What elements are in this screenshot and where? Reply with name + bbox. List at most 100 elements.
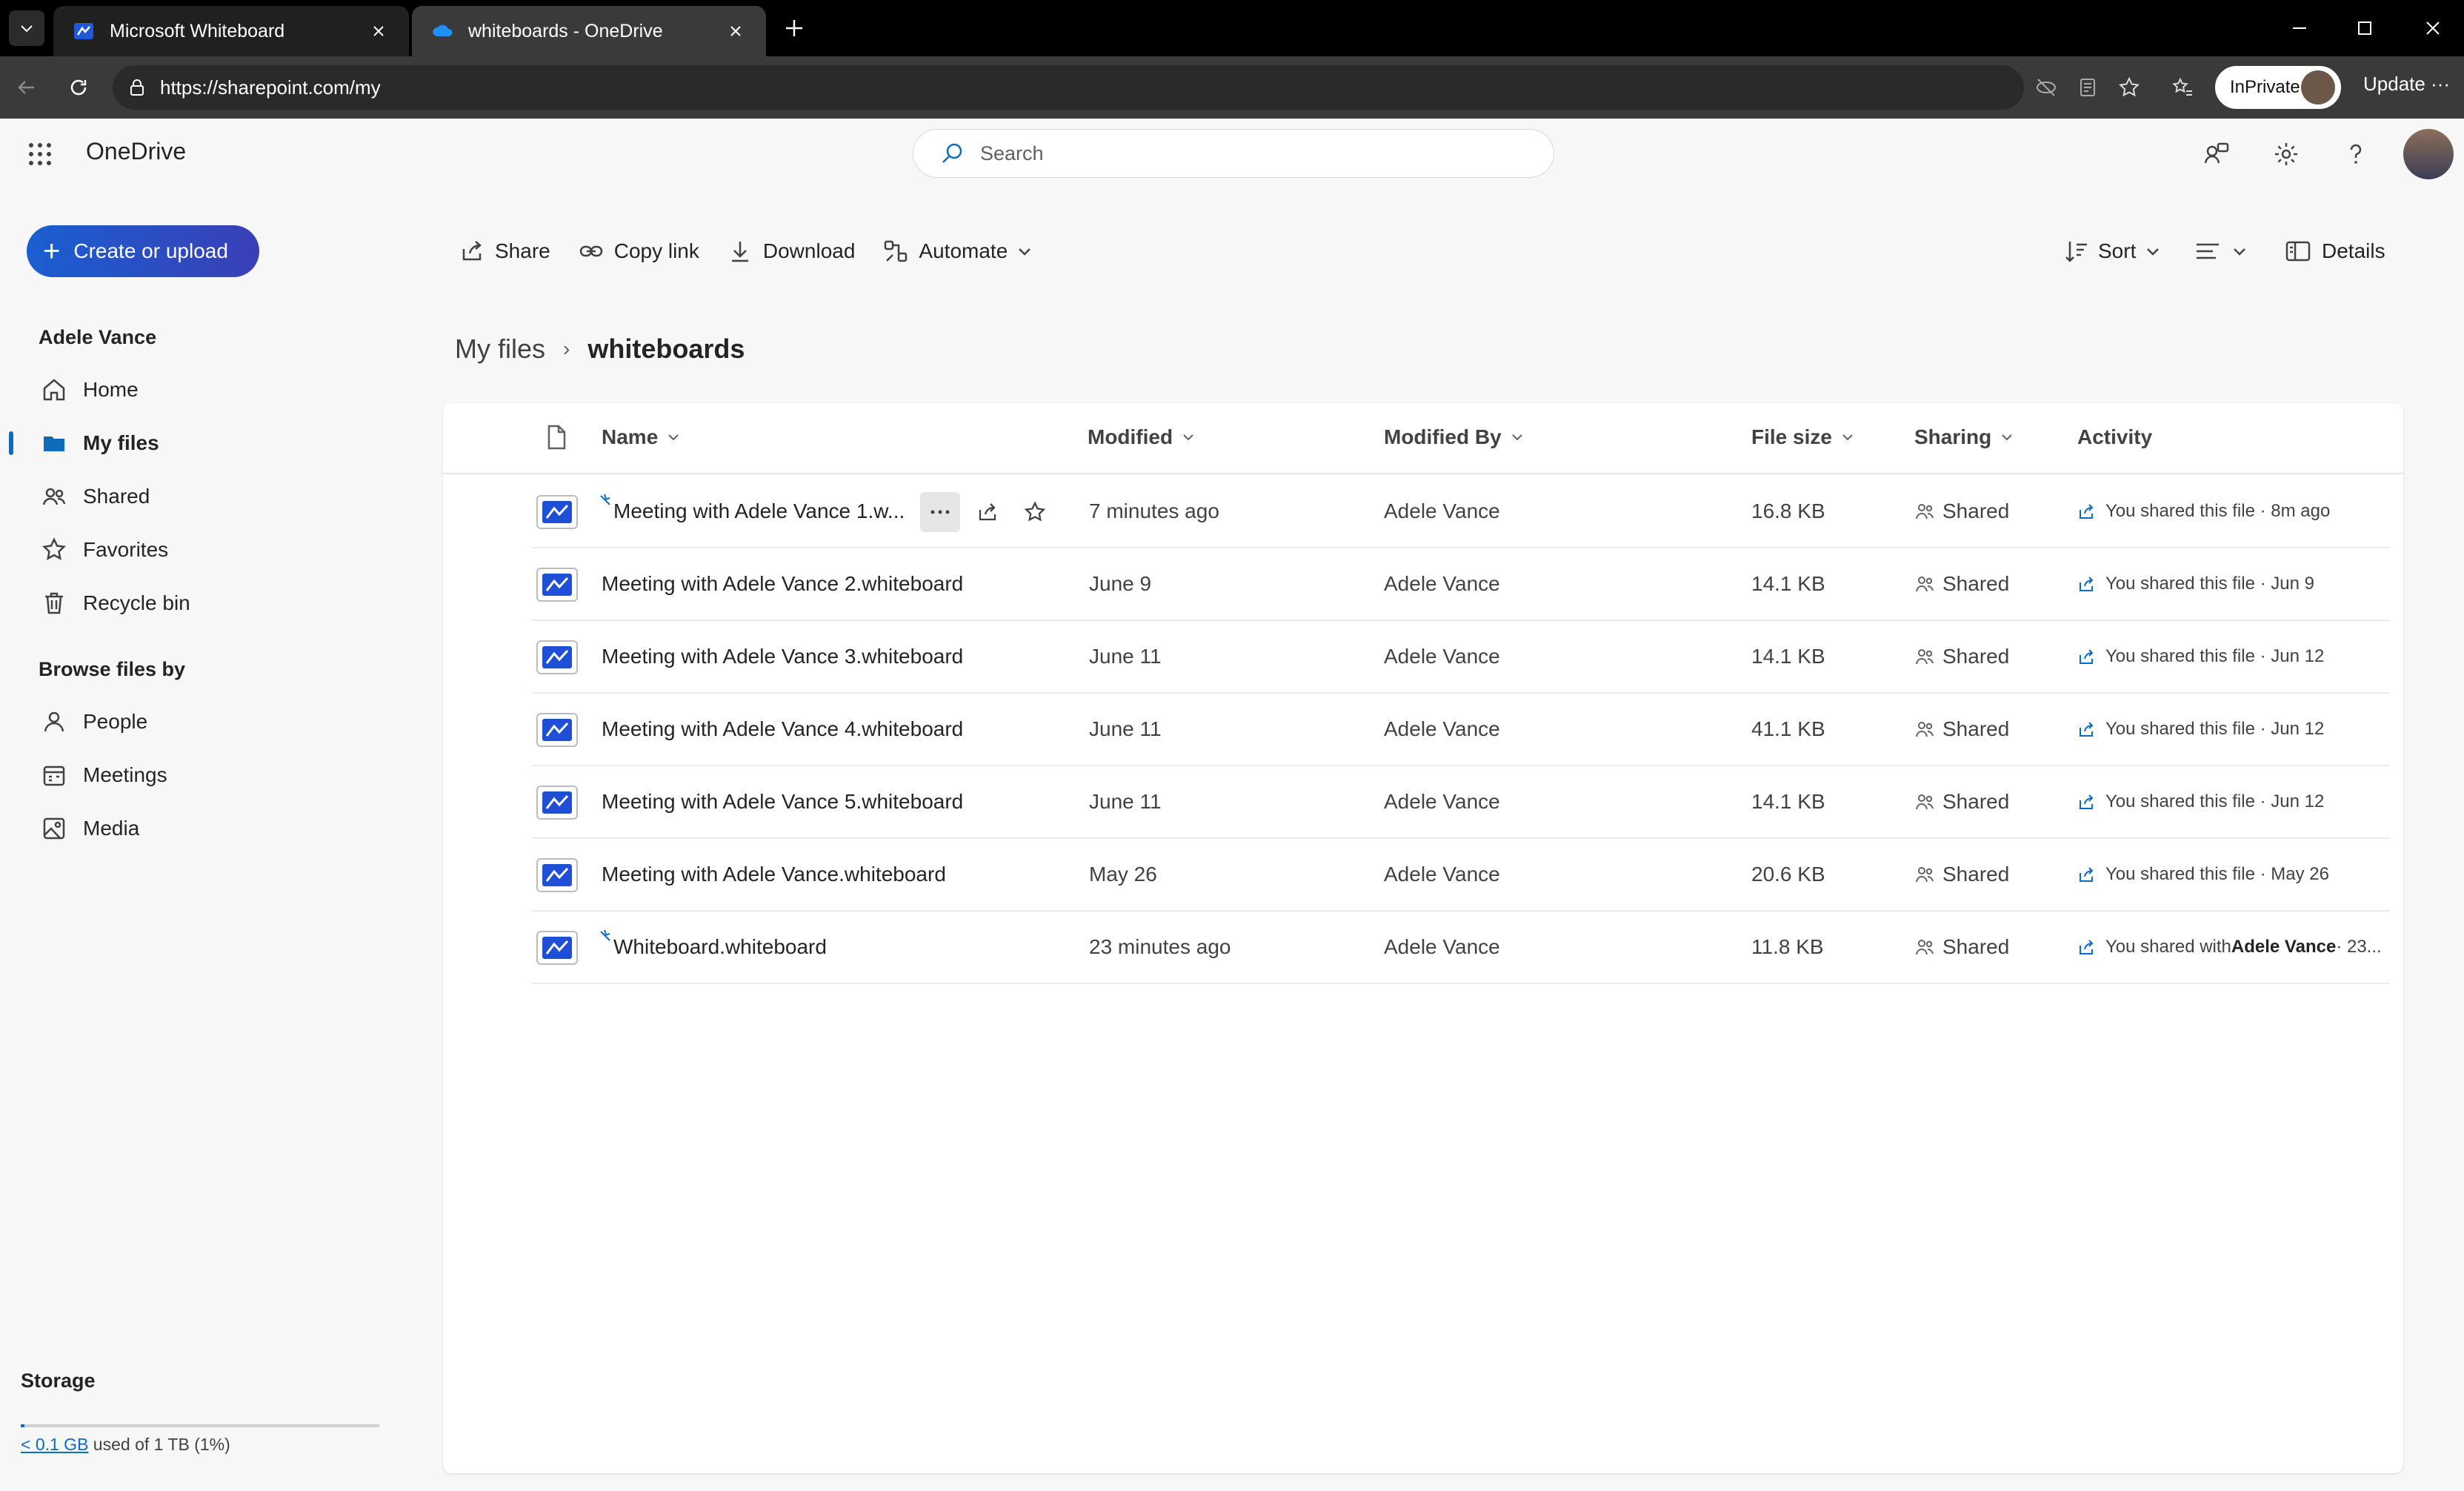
sharing-cell[interactable]: Shared: [1914, 790, 2009, 814]
app-launcher-button[interactable]: [22, 136, 58, 172]
share-label: Share: [495, 239, 550, 262]
file-name-link[interactable]: Meeting with Adele Vance.whiteboard: [602, 863, 946, 886]
browser-tab-onedrive[interactable]: whiteboards - OneDrive: [412, 6, 766, 56]
close-window-button[interactable]: [2417, 12, 2449, 44]
maximize-button[interactable]: [2348, 12, 2381, 44]
browser-toolbar: https://sharepoint.com/my InPrivate Upda…: [0, 56, 2464, 119]
copy-link-command[interactable]: Copy link: [579, 239, 699, 264]
modified-by-cell[interactable]: Adele Vance: [1384, 499, 1500, 523]
share-row-button[interactable]: [968, 492, 1008, 532]
modified-by-cell[interactable]: Adele Vance: [1384, 645, 1500, 668]
browser-tab-whiteboard[interactable]: Microsoft Whiteboard: [53, 6, 409, 56]
download-command[interactable]: Download: [727, 239, 855, 264]
modified-by-column-header[interactable]: Modified By: [1384, 425, 1524, 449]
reader-view-button[interactable]: [2071, 71, 2104, 104]
sharing-cell[interactable]: Shared: [1914, 645, 2009, 668]
file-name-link[interactable]: Meeting with Adele Vance 5.whiteboard: [602, 790, 963, 814]
address-bar[interactable]: https://sharepoint.com/my: [113, 65, 2024, 110]
search-box[interactable]: Search: [913, 129, 1554, 178]
sidebar-item-recycle-bin[interactable]: Recycle bin: [0, 580, 415, 627]
shared-activity-icon: [2077, 648, 2095, 665]
app-name[interactable]: OneDrive: [86, 138, 186, 165]
more-actions-button[interactable]: [920, 492, 960, 532]
whiteboard-file-icon: [536, 858, 578, 892]
modified-by-cell[interactable]: Adele Vance: [1384, 935, 1500, 959]
share-command[interactable]: Share: [459, 239, 550, 264]
details-command[interactable]: Details: [2285, 230, 2385, 273]
table-row[interactable]: Whiteboard.whiteboard 23 minutes ago Adele…: [532, 911, 2390, 984]
modified-by-cell[interactable]: Adele Vance: [1384, 863, 1500, 886]
modified-by-cell[interactable]: Adele Vance: [1384, 572, 1500, 596]
list-view-icon: [2197, 243, 2219, 259]
sharing-label: Shared: [1942, 790, 2010, 813]
people-icon: [41, 484, 67, 509]
meet-now-button[interactable]: [2197, 135, 2236, 173]
favorite-page-button[interactable]: [2113, 71, 2145, 104]
sharing-cell[interactable]: Shared: [1914, 572, 2009, 596]
favorites-button[interactable]: [2166, 71, 2199, 104]
search-input[interactable]: Search: [980, 142, 1044, 165]
back-button[interactable]: [10, 71, 43, 104]
sidebar-item-my-files[interactable]: My files: [0, 419, 415, 467]
table-row[interactable]: Meeting with Adele Vance 5.whiteboard Jun…: [532, 766, 2390, 839]
more-dots-icon: [930, 510, 950, 514]
table-row[interactable]: Meeting with Adele Vance 3.whiteboard Jun…: [532, 621, 2390, 694]
tracking-prevention-button[interactable]: [2030, 71, 2062, 104]
file-name-link[interactable]: Meeting with Adele Vance 1.w...: [613, 499, 905, 523]
sharing-cell[interactable]: Shared: [1914, 935, 2009, 959]
activity-person: Adele Vance: [2231, 937, 2337, 957]
breadcrumb-my-files[interactable]: My files: [455, 333, 545, 365]
favorite-row-button[interactable]: [1015, 492, 1055, 532]
file-name-link[interactable]: Meeting with Adele Vance 3.whiteboard: [602, 645, 963, 668]
file-size-column-header[interactable]: File size: [1751, 425, 1854, 449]
sidebar-item-meetings[interactable]: Meetings: [0, 751, 415, 799]
table-row[interactable]: Meeting with Adele Vance 4.whiteboard Jun…: [532, 694, 2390, 766]
update-button[interactable]: Update ···: [2363, 73, 2450, 96]
sort-command[interactable]: Sort: [2064, 230, 2161, 273]
minimize-button[interactable]: [2283, 12, 2316, 44]
automate-command[interactable]: Automate: [883, 239, 1033, 264]
table-row[interactable]: Meeting with Adele Vance.whiteboard May 2…: [532, 839, 2390, 911]
sidebar-item-favorites[interactable]: Favorites: [0, 526, 415, 574]
modified-by-cell[interactable]: Adele Vance: [1384, 790, 1500, 814]
table-row[interactable]: Meeting with Adele Vance 1.w... 7 minutes…: [532, 476, 2390, 548]
storage-link[interactable]: < 0.1 GB: [21, 1435, 88, 1454]
file-name-link[interactable]: Meeting with Adele Vance 2.whiteboard: [602, 572, 963, 596]
address-url[interactable]: https://sharepoint.com/my: [160, 76, 381, 99]
sidebar-item-home[interactable]: Home: [0, 366, 415, 414]
tab-list-button[interactable]: [9, 10, 44, 46]
inprivate-button[interactable]: InPrivate: [2215, 66, 2341, 109]
shared-activity-icon: [2077, 938, 2095, 956]
sharing-cell[interactable]: Shared: [1914, 499, 2009, 523]
view-options-command[interactable]: [2194, 230, 2248, 273]
sidebar-item-media[interactable]: Media: [0, 805, 415, 852]
activity-column-header[interactable]: Activity: [2077, 425, 2152, 449]
sharing-cell[interactable]: Shared: [1914, 863, 2009, 886]
file-name-link[interactable]: Whiteboard.whiteboard: [613, 935, 827, 959]
storage-progress-fill: [21, 1424, 24, 1427]
file-type-column-header[interactable]: [545, 424, 567, 451]
update-label: Update: [2363, 73, 2425, 95]
more-dots-icon: ···: [2431, 73, 2451, 95]
file-name-link[interactable]: Meeting with Adele Vance 4.whiteboard: [602, 717, 963, 741]
file-size-cell: 16.8 KB: [1751, 499, 1825, 522]
create-or-upload-button[interactable]: + Create or upload: [27, 225, 259, 277]
modified-column-header[interactable]: Modified: [1088, 425, 1195, 449]
sharing-cell[interactable]: Shared: [1914, 717, 2009, 741]
modified-by-cell[interactable]: Adele Vance: [1384, 717, 1500, 741]
refresh-button[interactable]: [62, 71, 95, 104]
chevron-down-icon: [1019, 248, 1031, 256]
people-connect-icon: [2204, 142, 2229, 164]
sidebar-item-people[interactable]: People: [0, 698, 415, 746]
new-tab-button[interactable]: [778, 12, 810, 44]
sidebar-item-shared[interactable]: Shared: [0, 473, 415, 520]
account-avatar[interactable]: [2403, 129, 2454, 179]
help-button[interactable]: [2337, 135, 2375, 173]
lock-icon[interactable]: [127, 78, 147, 97]
close-tab-icon[interactable]: [367, 20, 390, 42]
sharing-column-header[interactable]: Sharing: [1914, 425, 2014, 449]
settings-button[interactable]: [2267, 135, 2305, 173]
name-column-header[interactable]: Name: [602, 425, 680, 449]
table-row[interactable]: Meeting with Adele Vance 2.whiteboard Jun…: [532, 548, 2390, 621]
close-tab-icon[interactable]: [725, 20, 747, 42]
